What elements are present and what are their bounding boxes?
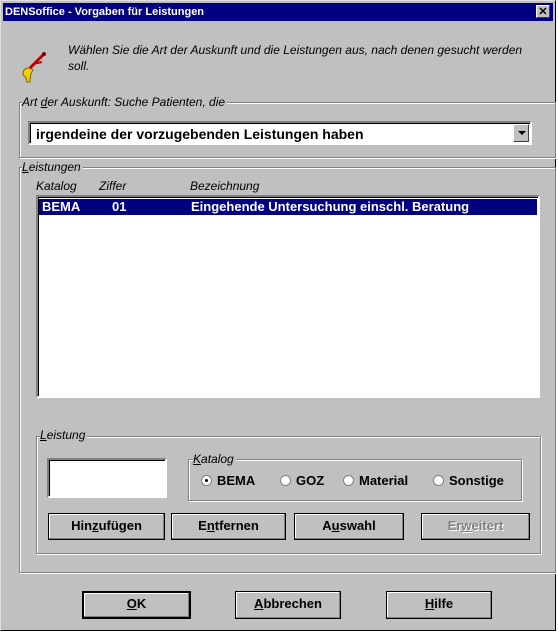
intro-text: Wählen Sie die Art der Auskunft und die … (68, 43, 523, 73)
radio-unchecked-icon (433, 475, 444, 486)
column-header-katalog: Katalog (36, 179, 77, 193)
radio-unchecked-icon (280, 475, 291, 486)
extended-button: Erweitert (421, 513, 530, 540)
list-item[interactable]: BEMA 01 Eingehende Untersuchung einschl.… (39, 199, 537, 215)
row-ziffer: 01 (112, 199, 127, 214)
help-button[interactable]: Hilfe (386, 591, 492, 619)
auskunft-select-value: irgendeine der vorzugebenden Leistungen … (36, 126, 364, 142)
auskunft-select[interactable]: irgendeine der vorzugebenden Leistungen … (28, 121, 532, 145)
window-title: DENSoffice - Vorgaben für Leistungen (5, 6, 205, 18)
column-header-ziffer: Ziffer (99, 179, 127, 193)
leistung-legend: Leistung (40, 428, 88, 442)
remove-button[interactable]: Entfernen (171, 513, 286, 540)
katalog-legend: Katalog (193, 452, 236, 466)
cancel-button[interactable]: Abbrechen (235, 591, 341, 619)
leistung-input[interactable] (47, 458, 167, 498)
dropdown-button[interactable] (513, 124, 529, 142)
tooth-tool-icon (22, 52, 46, 83)
radio-unchecked-icon (343, 475, 354, 486)
add-button[interactable]: Hinzufügen (48, 513, 165, 540)
radio-goz[interactable]: GOZ (280, 473, 324, 489)
radio-sonstige[interactable]: Sonstige (433, 473, 504, 489)
radio-checked-icon (201, 475, 212, 486)
leistungen-list[interactable]: BEMA 01 Eingehende Untersuchung einschl.… (36, 195, 540, 398)
chevron-down-icon (518, 131, 526, 135)
row-katalog: BEMA (42, 199, 81, 214)
radio-material[interactable]: Material (343, 473, 408, 489)
title-bar: DENSoffice - Vorgaben für Leistungen ✕ (3, 3, 553, 21)
select-button[interactable]: Auswahl (294, 513, 404, 540)
row-bezeichnung: Eingehende Untersuchung einschl. Beratun… (191, 199, 470, 214)
leistungen-legend: Leistungen (22, 160, 83, 174)
ok-button[interactable]: OK (82, 591, 191, 619)
close-button[interactable]: ✕ (536, 5, 550, 18)
auskunft-legend: Art der Auskunft: Suche Patienten, die (22, 95, 228, 109)
column-header-bezeichnung: Bezeichnung (190, 179, 260, 193)
radio-bema[interactable]: BEMA (201, 473, 255, 489)
